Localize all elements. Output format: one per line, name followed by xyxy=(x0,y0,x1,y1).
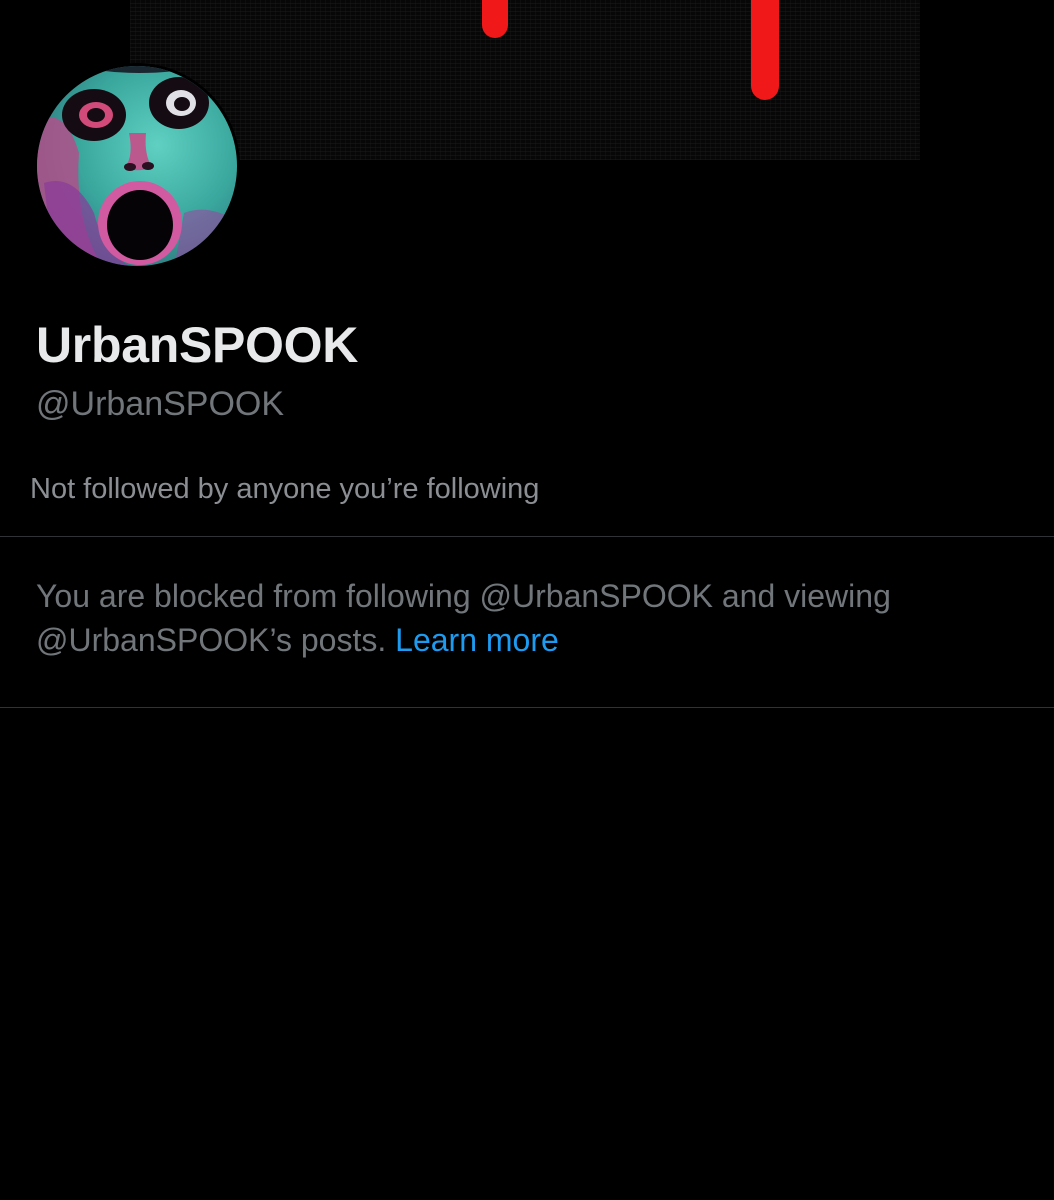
banner-blood-drip xyxy=(482,0,508,38)
divider xyxy=(0,707,1054,708)
banner-blood-drip xyxy=(751,0,779,100)
learn-more-link[interactable]: Learn more xyxy=(395,622,559,658)
username-handle: @UrbanSPOOK xyxy=(36,385,285,423)
blocked-notice-line1: You are blocked from following @UrbanSPO… xyxy=(36,578,891,614)
profile-page: UrbanSPOOK @UrbanSPOOK Not followed by a… xyxy=(0,0,1054,1200)
display-name: UrbanSPOOK xyxy=(36,317,359,373)
avatar[interactable] xyxy=(34,63,240,269)
followed-by-note: Not followed by anyone you’re following xyxy=(30,473,540,505)
blocked-notice: You are blocked from following @UrbanSPO… xyxy=(36,574,1026,662)
divider xyxy=(0,536,1054,537)
avatar-scream-face-image xyxy=(37,66,237,266)
blocked-notice-line2: @UrbanSPOOK’s posts. xyxy=(36,622,387,658)
banner-texture xyxy=(130,0,920,160)
